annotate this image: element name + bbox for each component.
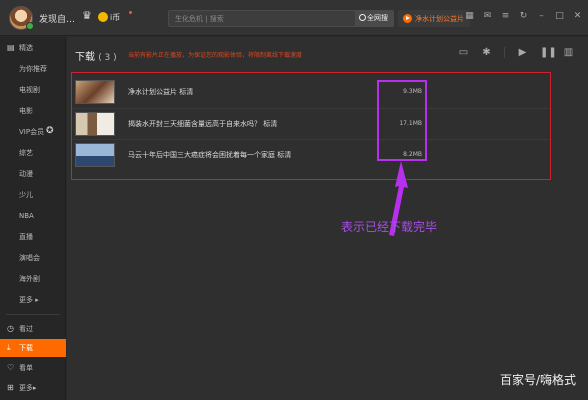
sidebar-item-label: 看过 (19, 325, 33, 333)
sidebar-item-label: 直播 (19, 233, 33, 241)
sidebar-item-kids[interactable]: 少儿 (0, 186, 66, 204)
minimize-icon[interactable]: – (537, 12, 546, 21)
window-controls: ▦ ✉ ≡ ↻ – □ ✕ (465, 12, 582, 21)
sidebar-item-label: 下载 (19, 344, 33, 352)
sidebar-item-watchlist[interactable]: ♡ 看单 (0, 359, 66, 377)
skin-icon[interactable]: ▦ (465, 12, 474, 21)
annotation-arrow-icon (389, 161, 408, 236)
notification-dot-icon (129, 11, 132, 14)
sidebar-item-anime[interactable]: 动漫 (0, 165, 66, 183)
promo-button[interactable]: 净水计划公益片 (398, 10, 470, 27)
sidebar-item-history[interactable]: ◷ 看过 (0, 320, 66, 338)
sidebar-item-more[interactable]: 更多 ▸ (0, 291, 66, 309)
sidebar-item-movies[interactable]: 电影 (0, 102, 66, 120)
play-icon (403, 14, 412, 23)
title-bar: 发现自… ♛ i币 全网搜 净水计划公益片 ▦ ✉ ≡ ↻ – □ ✕ (0, 0, 588, 36)
sidebar-item-featured[interactable]: ▤ 精选 (0, 39, 66, 57)
vip-crown-icon[interactable]: ♛ (82, 10, 94, 22)
search-box: 全网搜 (168, 10, 394, 27)
coin-label[interactable]: i币 (110, 12, 120, 23)
sidebar-item-label: 更多 (19, 384, 33, 392)
sidebar-item-vip[interactable]: VIP会员 ✪ (0, 123, 66, 141)
sidebar: ▤ 精选 为你推荐 电视剧 电影 VIP会员 ✪ 综艺 动漫 少儿 NBA 直播 演… (0, 37, 66, 400)
refresh-icon[interactable]: ↻ (519, 12, 528, 21)
sidebar-item-recommended[interactable]: 为你推荐 (0, 60, 66, 78)
search-button[interactable]: 全网搜 (355, 11, 393, 26)
heart-icon: ♡ (7, 363, 15, 372)
sidebar-item-concert[interactable]: 演唱会 (0, 249, 66, 267)
sidebar-item-more-bottom[interactable]: ⊞ 更多▸ (0, 379, 66, 397)
chevron-right-icon: ▸ (33, 384, 37, 392)
download-panel: 下载 ( 3 ) 当前有影片正在播放，为保证您的观影体验，将限制离线下载速度 ▭… (67, 37, 588, 400)
sidebar-item-label: 精选 (19, 44, 33, 52)
sidebar-item-tv[interactable]: 电视剧 (0, 81, 66, 99)
sidebar-item-label: 动漫 (19, 170, 33, 178)
sidebar-item-nba[interactable]: NBA (0, 207, 66, 225)
username[interactable]: 发现自… (39, 12, 75, 25)
vip-star-icon: ✪ (46, 126, 54, 136)
sidebar-item-label: 为你推荐 (19, 65, 47, 73)
coin-icon[interactable] (98, 12, 108, 22)
sidebar-item-label: 少儿 (19, 191, 33, 199)
sidebar-item-label: 综艺 (19, 149, 33, 157)
online-badge-icon (26, 22, 34, 30)
sidebar-item-live[interactable]: 直播 (0, 228, 66, 246)
sidebar-item-label: 更多 (19, 296, 33, 304)
sidebar-item-label: 演唱会 (19, 254, 40, 262)
sidebar-item-label: VIP会员 (19, 128, 45, 136)
sidebar-item-downloads[interactable]: ⤓ 下载 (0, 339, 66, 357)
watermark: 百家号/嗨格式 (499, 373, 576, 387)
sidebar-item-label: 看单 (19, 364, 33, 372)
search-button-label: 全网搜 (367, 14, 388, 22)
clock-icon: ◷ (7, 324, 14, 333)
featured-icon: ▤ (7, 43, 15, 52)
sidebar-item-variety[interactable]: 综艺 (0, 144, 66, 162)
mail-icon[interactable]: ✉ (483, 12, 492, 21)
maximize-icon[interactable]: □ (555, 12, 564, 21)
sidebar-item-label: 电影 (19, 107, 33, 115)
sidebar-item-label: 海外剧 (19, 275, 40, 283)
download-icon: ⤓ (7, 343, 11, 352)
sidebar-item-label: NBA (19, 212, 34, 220)
search-icon (359, 14, 366, 21)
chevron-right-icon: ▸ (33, 296, 39, 304)
annotation-text: 表示已经下载完毕 (341, 220, 438, 234)
search-input[interactable] (175, 13, 355, 25)
promo-label: 净水计划公益片 (415, 15, 464, 23)
grid-icon: ⊞ (7, 383, 14, 392)
close-icon[interactable]: ✕ (573, 12, 582, 21)
menu-icon[interactable]: ≡ (501, 12, 510, 21)
sidebar-item-overseas[interactable]: 海外剧 (0, 270, 66, 288)
sidebar-divider (6, 314, 60, 315)
sidebar-item-label: 电视剧 (19, 86, 40, 94)
